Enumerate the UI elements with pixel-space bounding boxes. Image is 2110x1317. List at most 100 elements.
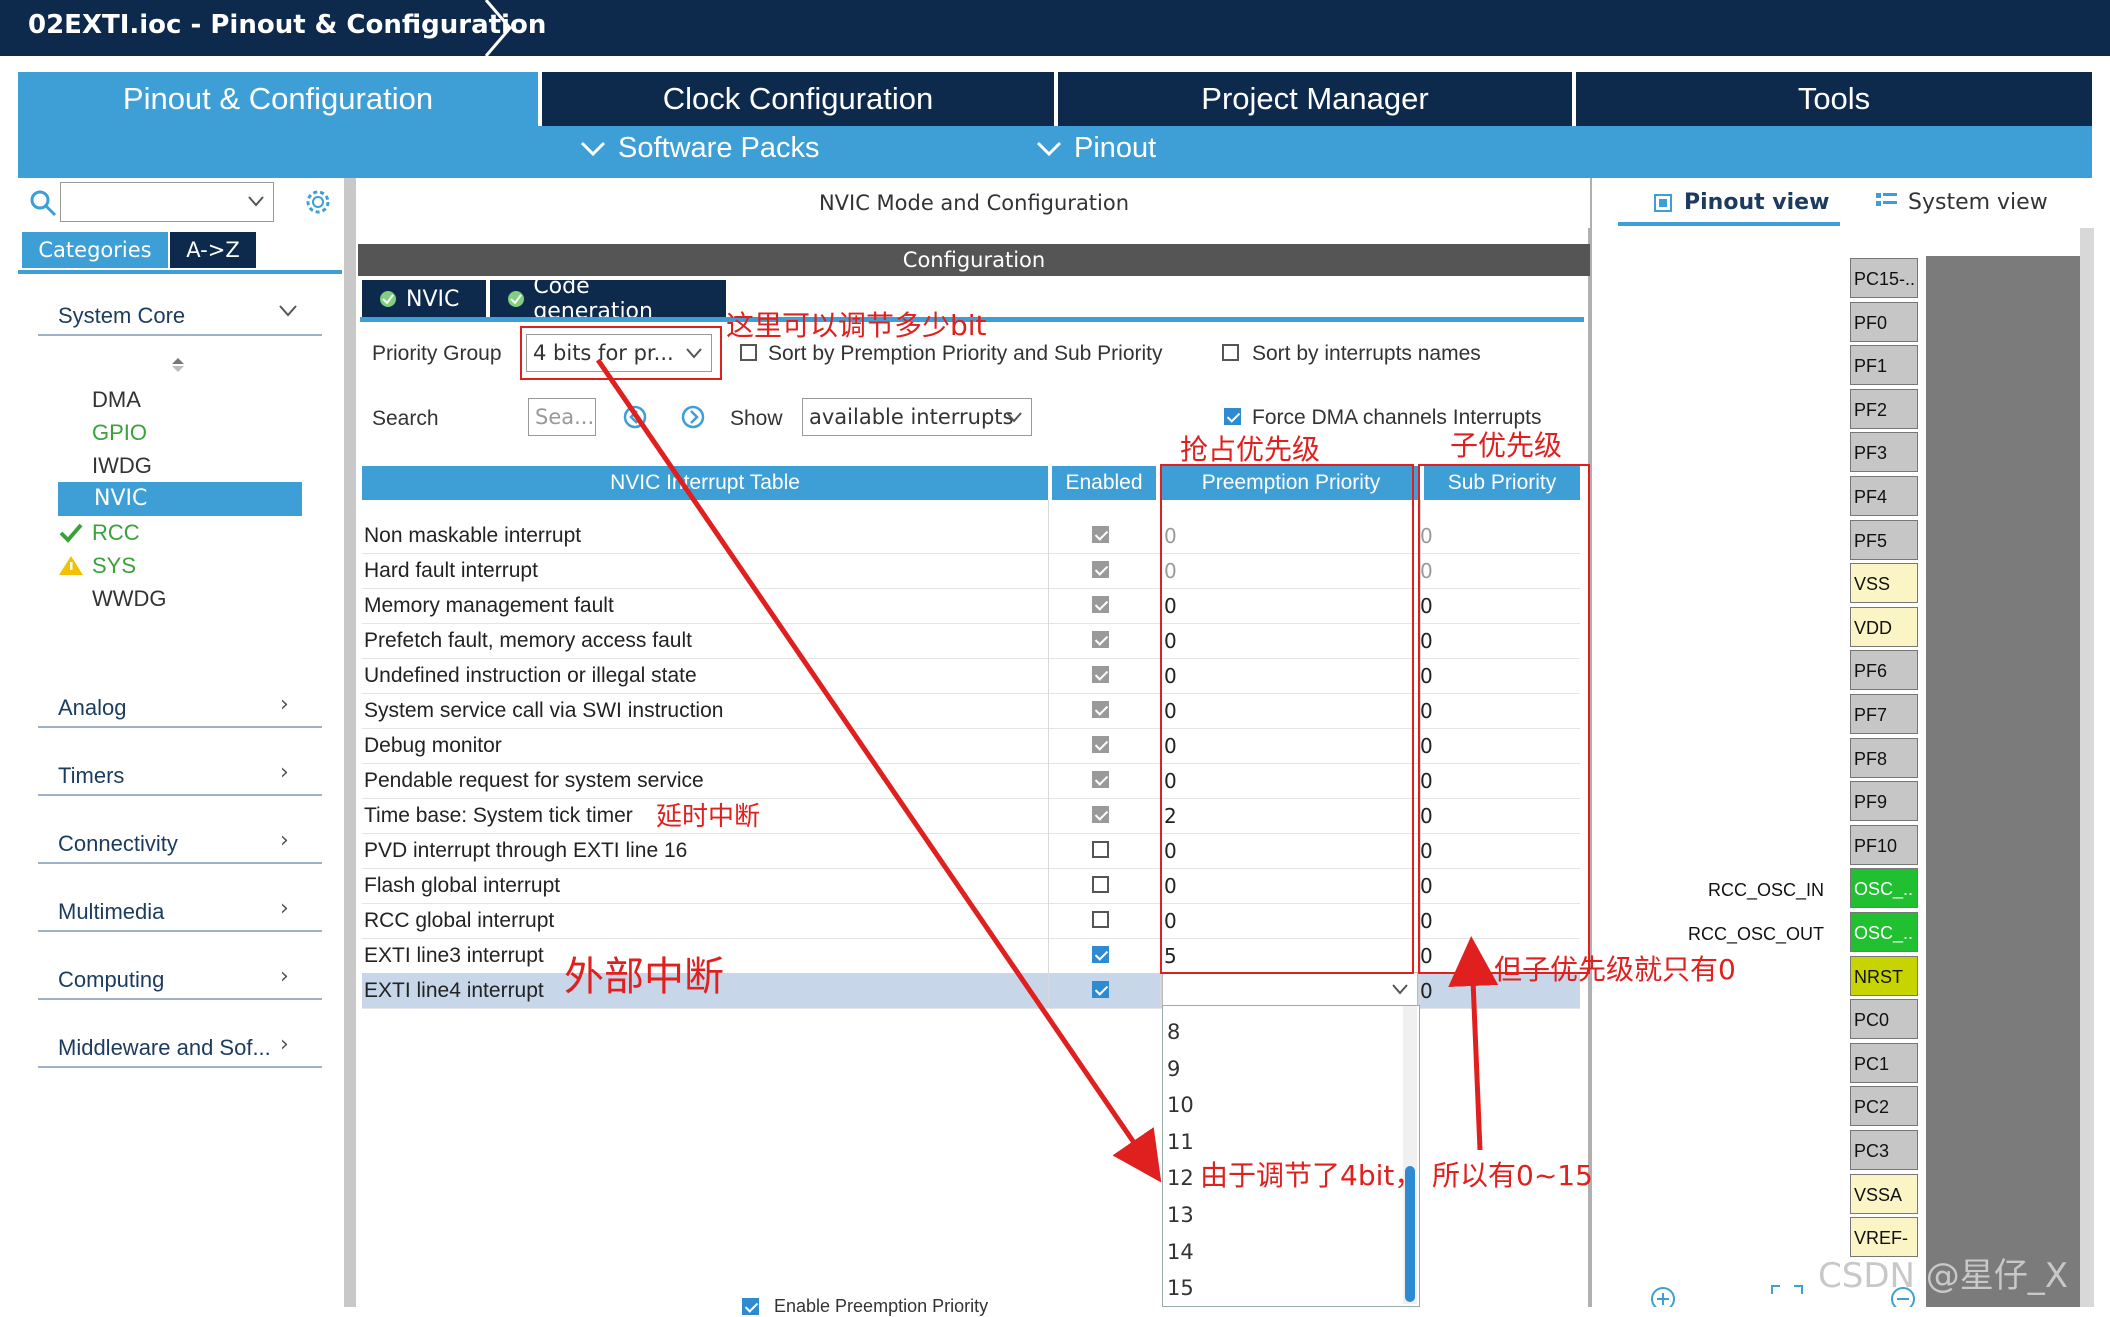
pin-pc1[interactable]: PC1 [1850, 1042, 1918, 1083]
preemption-option[interactable]: 9 [1167, 1057, 1180, 1081]
chevron-right-icon[interactable]: › [280, 828, 289, 853]
pin-pf8[interactable]: PF8 [1850, 737, 1918, 778]
chevron-right-icon[interactable]: › [280, 964, 289, 989]
interrupt-name: EXTI line4 interrupt [364, 979, 544, 1002]
preemption-option[interactable]: 13 [1167, 1203, 1194, 1227]
enabled-checkbox[interactable] [1092, 911, 1109, 928]
right-scrollbar[interactable] [2080, 228, 2094, 1307]
show-value: available interrupts [809, 405, 1014, 429]
sub-priority-value[interactable]: 0 [1420, 979, 1433, 1003]
pin-pf4[interactable]: PF4 [1850, 476, 1918, 516]
chevron-down-icon[interactable] [278, 303, 298, 319]
pin-pf9[interactable]: PF9 [1850, 781, 1918, 822]
sort-names-checkbox[interactable] [1222, 344, 1239, 361]
fit-view-icon[interactable] [1770, 1284, 1804, 1307]
tab-categories[interactable]: Categories [22, 232, 168, 268]
pin-pf2[interactable]: PF2 [1850, 388, 1918, 429]
system-core-item-iwdg[interactable]: IWDG [92, 453, 152, 479]
category-computing[interactable]: Computing [58, 967, 164, 993]
chevron-down-icon [1392, 984, 1408, 995]
pin-pf1[interactable]: PF1 [1850, 345, 1918, 386]
enabled-checkbox[interactable] [1092, 946, 1109, 963]
left-panel [18, 178, 342, 1307]
software-packs-menu[interactable]: Software Packs [580, 132, 819, 165]
show-select[interactable]: available interrupts [802, 398, 1032, 436]
preemption-option[interactable]: 15 [1167, 1276, 1194, 1300]
preemption-option[interactable]: 14 [1167, 1240, 1194, 1264]
preemption-option[interactable]: 11 [1167, 1130, 1194, 1154]
system-core-item-gpio[interactable]: GPIO [92, 420, 147, 446]
tab-project-manager[interactable]: Project Manager [1058, 72, 1572, 126]
pin-pf10[interactable]: PF10 [1850, 824, 1918, 865]
pin-pf3[interactable]: PF3 [1850, 432, 1918, 473]
category-middleware[interactable]: Middleware and Sof... [58, 1035, 271, 1061]
divider [38, 726, 322, 728]
pin-pf0[interactable]: PF0 [1850, 301, 1918, 342]
category-system-core[interactable]: System Core [58, 303, 185, 329]
chevron-right-icon[interactable]: › [280, 760, 289, 785]
pinout-menu[interactable]: Pinout [1036, 132, 1156, 165]
interrupt-search-input[interactable]: Sea... [528, 398, 596, 436]
search-next-icon[interactable] [680, 404, 706, 430]
pin-vss[interactable]: VSS [1850, 563, 1918, 604]
category-connectivity[interactable]: Connectivity [58, 831, 178, 857]
system-core-item-wwdg[interactable]: WWDG [92, 586, 167, 612]
pin-nrst[interactable]: NRST [1850, 955, 1918, 996]
sort-premption-checkbox[interactable] [740, 344, 757, 361]
column-header-name[interactable]: NVIC Interrupt Table [362, 466, 1048, 500]
search-previous-icon[interactable] [622, 404, 648, 430]
chevron-right-icon[interactable]: › [280, 692, 289, 717]
pin-pc15-[interactable]: PC15-.. [1850, 258, 1918, 298]
left-splitter[interactable] [344, 178, 356, 1307]
system-core-item-nvic-selected[interactable]: NVIC [58, 482, 302, 516]
tab-label: NVIC [406, 286, 460, 312]
enabled-checkbox[interactable] [1092, 841, 1109, 858]
component-search-input[interactable] [60, 182, 274, 222]
tab-tools[interactable]: Tools [1576, 72, 2092, 126]
chevron-right-icon[interactable]: › [280, 1032, 289, 1057]
tab-a-z[interactable]: A->Z [170, 232, 256, 268]
force-dma-checkbox[interactable] [1224, 408, 1241, 425]
gear-icon[interactable] [302, 186, 334, 218]
chevron-right-icon[interactable]: › [280, 896, 289, 921]
pin-osc-[interactable]: OSC_.. [1850, 868, 1918, 909]
interrupt-name: Hard fault interrupt [364, 559, 538, 582]
enabled-checkbox[interactable] [1092, 981, 1109, 998]
tab-pinout-configuration[interactable]: Pinout & Configuration [18, 72, 538, 126]
pinout-view-tab[interactable]: Pinout view [1684, 190, 1829, 215]
pin-vdd[interactable]: VDD [1850, 606, 1918, 647]
interrupt-name: PVD interrupt through EXTI line 16 [364, 839, 688, 862]
enabled-checkbox[interactable] [1092, 876, 1109, 893]
pin-pf5[interactable]: PF5 [1850, 519, 1918, 560]
category-analog[interactable]: Analog [58, 695, 127, 721]
check-circle-icon [508, 291, 524, 307]
category-multimedia[interactable]: Multimedia [58, 899, 164, 925]
tab-clock-configuration[interactable]: Clock Configuration [542, 72, 1054, 126]
pin-signal-osc-in: RCC_OSC_IN [1708, 880, 1825, 900]
pin-pf7[interactable]: PF7 [1850, 694, 1918, 734]
tab-nvic[interactable]: NVIC [362, 280, 486, 318]
preemption-option[interactable]: 12 [1167, 1166, 1194, 1190]
tab-code-generation[interactable]: Code generation [490, 274, 726, 324]
zoom-in-icon[interactable] [1648, 1284, 1678, 1307]
pin-osc-[interactable]: OSC_.. [1850, 912, 1918, 952]
system-core-item-rcc[interactable]: RCC [92, 520, 140, 546]
pin-pc0[interactable]: PC0 [1850, 999, 1918, 1040]
pin-vssa[interactable]: VSSA [1850, 1173, 1918, 1214]
category-timers[interactable]: Timers [58, 763, 124, 789]
system-core-item-dma[interactable]: DMA [92, 387, 141, 413]
system-view-tab[interactable]: System view [1908, 190, 2048, 215]
configuration-bar: Configuration [358, 244, 1590, 276]
preemption-select[interactable] [1162, 972, 1418, 1006]
preemption-option[interactable]: 8 [1167, 1020, 1180, 1044]
chevron-down-icon [1006, 412, 1022, 423]
preemption-option[interactable]: 10 [1167, 1093, 1194, 1117]
pin-pf6[interactable]: PF6 [1850, 650, 1918, 691]
system-core-item-sys[interactable]: SYS [92, 553, 136, 579]
pin-pc2[interactable]: PC2 [1850, 1086, 1918, 1127]
annotation-exti: 外部中断 [564, 954, 724, 1000]
divider [38, 794, 322, 796]
column-header-enabled[interactable]: Enabled [1052, 466, 1156, 500]
sort-icon[interactable] [170, 356, 186, 374]
pin-pc3[interactable]: PC3 [1850, 1130, 1918, 1170]
